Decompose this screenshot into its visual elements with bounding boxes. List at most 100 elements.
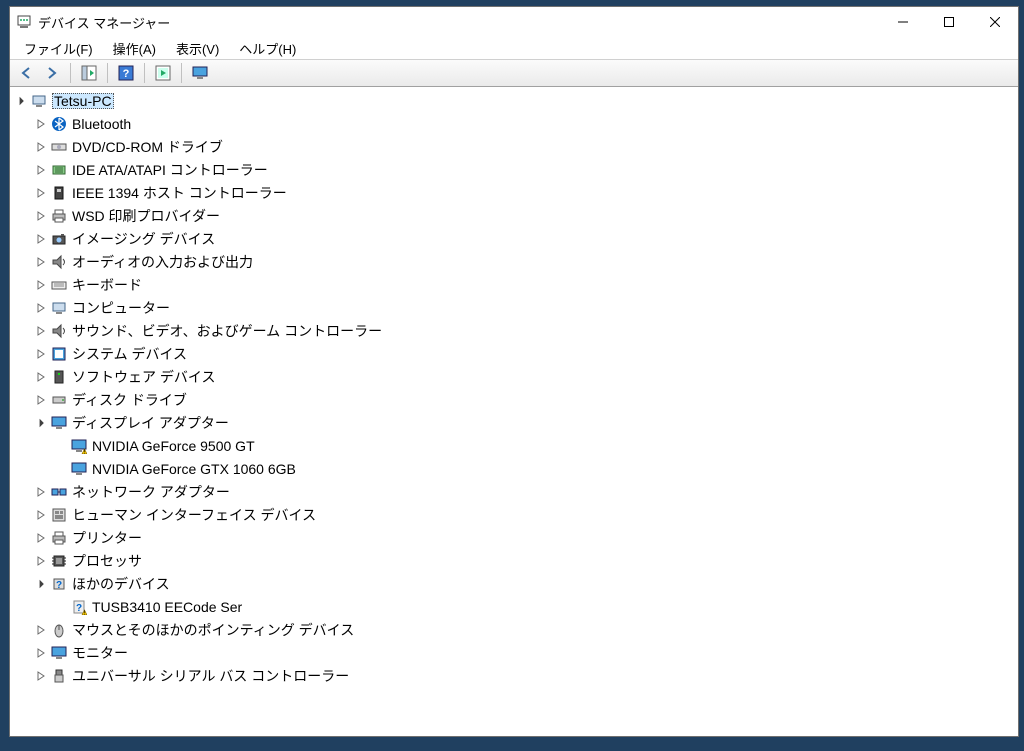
tree-node-label: IDE ATA/ATAPI コントローラー <box>72 160 268 180</box>
chevron-right-icon[interactable] <box>34 209 48 223</box>
chevron-none-icon <box>54 600 68 614</box>
chevron-right-icon[interactable] <box>34 508 48 522</box>
tree-node[interactable]: Tetsu-PC <box>14 89 1018 112</box>
computer-icon <box>30 92 48 110</box>
tree-node-label: ヒューマン インターフェイス デバイス <box>72 505 316 525</box>
tree-node-label: マウスとそのほかのポインティング デバイス <box>72 620 354 640</box>
chevron-right-icon[interactable] <box>34 623 48 637</box>
chevron-down-icon[interactable] <box>34 577 48 591</box>
tree-node[interactable]: ディスク ドライブ <box>34 388 1018 411</box>
menu-file[interactable]: ファイル(F) <box>14 37 103 60</box>
tree-node[interactable]: ユニバーサル シリアル バス コントローラー <box>34 664 1018 687</box>
computer-icon <box>50 299 68 317</box>
system-device-icon <box>50 345 68 363</box>
tree-node[interactable]: システム デバイス <box>34 342 1018 365</box>
tree-node[interactable]: ネットワーク アダプター <box>34 480 1018 503</box>
tree-node[interactable]: WSD 印刷プロバイダー <box>34 204 1018 227</box>
tree-node[interactable]: DVD/CD-ROM ドライブ <box>34 135 1018 158</box>
chevron-right-icon[interactable] <box>34 301 48 315</box>
tree-node-label: ディスク ドライブ <box>72 390 187 410</box>
tree-node[interactable]: マウスとそのほかのポインティング デバイス <box>34 618 1018 641</box>
tree-node[interactable]: NVIDIA GeForce GTX 1060 6GB <box>54 457 1018 480</box>
software-device-icon <box>50 368 68 386</box>
tree-node-label: Bluetooth <box>72 116 131 132</box>
window-title: デバイス マネージャー <box>38 13 880 32</box>
menu-view[interactable]: 表示(V) <box>166 37 229 60</box>
chevron-right-icon[interactable] <box>34 531 48 545</box>
chevron-right-icon[interactable] <box>34 370 48 384</box>
optical-drive-icon <box>50 138 68 156</box>
tree-node[interactable]: ヒューマン インターフェイス デバイス <box>34 503 1018 526</box>
device-manager-window: デバイス マネージャー ファイル(F) 操作(A) 表示(V) ヘルプ(H) ?… <box>9 6 1019 737</box>
forward-button[interactable] <box>40 62 64 84</box>
tree-node[interactable]: ?ほかのデバイス <box>34 572 1018 595</box>
chevron-right-icon[interactable] <box>34 324 48 338</box>
scan-hardware-button[interactable] <box>151 62 175 84</box>
tree-node-label: イメージング デバイス <box>72 229 215 249</box>
tree-node-label: キーボード <box>72 275 142 295</box>
chevron-down-icon[interactable] <box>14 94 28 108</box>
chevron-right-icon[interactable] <box>34 232 48 246</box>
chevron-right-icon[interactable] <box>34 393 48 407</box>
tree-node[interactable]: コンピューター <box>34 296 1018 319</box>
maximize-button[interactable] <box>926 7 972 37</box>
minimize-button[interactable] <box>880 7 926 37</box>
chevron-down-icon[interactable] <box>34 416 48 430</box>
help-button[interactable]: ? <box>114 62 138 84</box>
tree-node[interactable]: IDE ATA/ATAPI コントローラー <box>34 158 1018 181</box>
tree-node[interactable]: IEEE 1394 ホスト コントローラー <box>34 181 1018 204</box>
chevron-none-icon <box>54 439 68 453</box>
tree-node[interactable]: Bluetooth <box>34 112 1018 135</box>
chevron-right-icon[interactable] <box>34 347 48 361</box>
menu-help[interactable]: ヘルプ(H) <box>229 37 306 60</box>
imaging-device-icon <box>50 230 68 248</box>
tree-node[interactable]: ?!TUSB3410 EECode Ser <box>54 595 1018 618</box>
network-adapter-icon <box>50 483 68 501</box>
tree-node-label: NVIDIA GeForce GTX 1060 6GB <box>92 461 296 477</box>
tree-node[interactable]: !NVIDIA GeForce 9500 GT <box>54 434 1018 457</box>
chevron-right-icon[interactable] <box>34 646 48 660</box>
tree-node[interactable]: サウンド、ビデオ、およびゲーム コントローラー <box>34 319 1018 342</box>
titlebar[interactable]: デバイス マネージャー <box>10 7 1018 37</box>
close-button[interactable] <box>972 7 1018 37</box>
toolbar-separator <box>70 63 71 83</box>
tree-node[interactable]: ソフトウェア デバイス <box>34 365 1018 388</box>
tree-node[interactable]: キーボード <box>34 273 1018 296</box>
chevron-right-icon[interactable] <box>34 140 48 154</box>
toolbar-separator <box>144 63 145 83</box>
tree-node[interactable]: オーディオの入力および出力 <box>34 250 1018 273</box>
device-tree-pane[interactable]: Tetsu-PC Bluetooth DVD/CD-ROM ドライブIDE ATA/… <box>10 87 1018 736</box>
show-hide-tree-button[interactable] <box>77 62 101 84</box>
display-adapter-icon: ! <box>70 437 88 455</box>
printer-provider-icon <box>50 207 68 225</box>
tree-node[interactable]: プロセッサ <box>34 549 1018 572</box>
keyboard-icon <box>50 276 68 294</box>
chevron-right-icon[interactable] <box>34 554 48 568</box>
chevron-right-icon[interactable] <box>34 255 48 269</box>
display-adapter-icon <box>50 414 68 432</box>
usb-controller-icon <box>50 667 68 685</box>
tree-node[interactable]: プリンター <box>34 526 1018 549</box>
chevron-right-icon[interactable] <box>34 163 48 177</box>
tree-node-label: WSD 印刷プロバイダー <box>72 206 220 226</box>
hid-icon <box>50 506 68 524</box>
ide-controller-icon <box>50 161 68 179</box>
tree-node-label: TUSB3410 EECode Ser <box>92 599 242 615</box>
audio-io-icon <box>50 253 68 271</box>
menu-action[interactable]: 操作(A) <box>103 37 166 60</box>
back-button[interactable] <box>14 62 38 84</box>
tree-node-label: モニター <box>72 643 128 663</box>
chevron-right-icon[interactable] <box>34 485 48 499</box>
chevron-right-icon[interactable] <box>34 669 48 683</box>
chevron-right-icon[interactable] <box>34 278 48 292</box>
chevron-right-icon[interactable] <box>34 186 48 200</box>
tree-node[interactable]: イメージング デバイス <box>34 227 1018 250</box>
tree-node-label: ソフトウェア デバイス <box>72 367 215 387</box>
chevron-right-icon[interactable] <box>34 117 48 131</box>
svg-text:?: ? <box>123 68 130 80</box>
monitor-button[interactable] <box>188 62 212 84</box>
menubar: ファイル(F) 操作(A) 表示(V) ヘルプ(H) <box>10 37 1018 59</box>
tree-node[interactable]: モニター <box>34 641 1018 664</box>
tree-node[interactable]: ディスプレイ アダプター <box>34 411 1018 434</box>
tree-node-label: システム デバイス <box>72 344 187 364</box>
